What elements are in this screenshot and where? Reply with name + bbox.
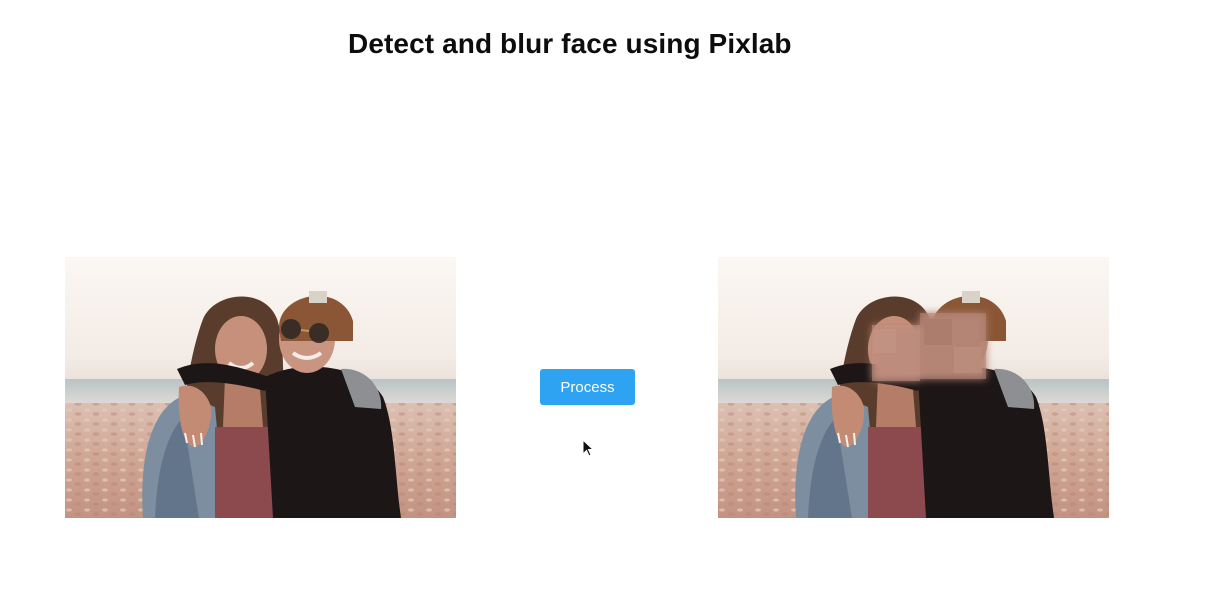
page-title: Detect and blur face using Pixlab — [348, 28, 792, 59]
original-image — [65, 257, 456, 518]
processed-image — [718, 257, 1109, 518]
original-photo-graphic — [65, 257, 456, 518]
processed-photo-graphic — [718, 257, 1109, 518]
process-button[interactable]: Process — [540, 369, 635, 405]
mouse-pointer-icon — [582, 439, 594, 457]
